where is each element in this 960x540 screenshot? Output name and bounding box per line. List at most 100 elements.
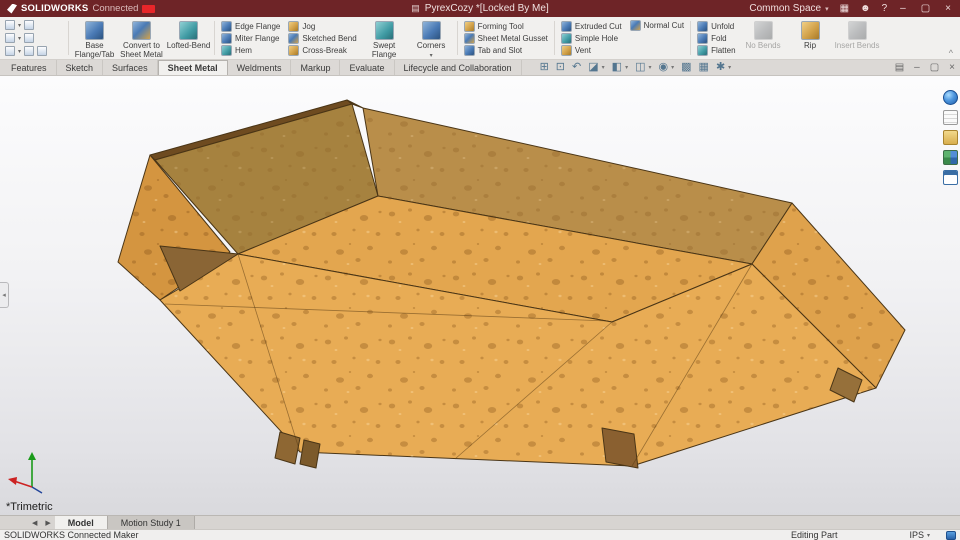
jog-button[interactable]: Jog xyxy=(288,20,356,32)
ribbon-collapse-chevron[interactable]: ^ xyxy=(949,48,953,58)
sheet-nav-left-icon[interactable]: ◀ xyxy=(28,516,41,529)
tab-motion-study[interactable]: Motion Study 1 xyxy=(107,516,195,529)
help-icon[interactable]: ? xyxy=(882,3,888,14)
miter-flange-button[interactable]: Miter Flange xyxy=(221,32,280,44)
chevron-down-icon: ▾ xyxy=(429,52,433,59)
unfold-icon xyxy=(697,20,709,32)
extruded-cut-button[interactable]: Extruded Cut xyxy=(560,20,622,32)
fold-icon xyxy=(697,32,709,44)
edit-appearance-icon[interactable]: ▩ xyxy=(681,62,691,73)
sketched-bend-button[interactable]: Sketched Bend xyxy=(288,32,357,44)
graphics-viewport[interactable]: ◂ *Trimetric xyxy=(0,76,960,515)
swept-flange-button[interactable]: Swept Flange xyxy=(361,18,408,59)
tab-features[interactable]: Features xyxy=(2,60,57,75)
chevron-down-icon[interactable]: ▾ xyxy=(602,64,605,71)
cross-break-label: Cross-Break xyxy=(302,45,347,55)
quick-access-toolbar: ▾ ▾ ▾ xyxy=(2,18,66,58)
window-cascade-icon[interactable]: ▤ xyxy=(895,62,904,73)
status-bar: SOLIDWORKS Connected Maker Editing Part … xyxy=(0,529,960,540)
flatten-button[interactable]: Flatten xyxy=(697,44,736,56)
normal-cut-button[interactable]: Normal Cut xyxy=(629,20,685,31)
save-icon[interactable] xyxy=(5,33,15,43)
tab-and-slot-button[interactable]: Tab and Slot xyxy=(463,44,548,56)
tab-surfaces[interactable]: Surfaces xyxy=(103,60,158,75)
print-icon[interactable] xyxy=(24,33,35,43)
hide-show-items-icon[interactable]: ◉ xyxy=(659,62,669,73)
task-pane-properties-icon[interactable] xyxy=(943,170,958,185)
section-view-icon[interactable]: ◪ xyxy=(588,62,598,73)
lofted-bend-button[interactable]: Lofted-Bend xyxy=(165,18,212,58)
task-pane-documents-icon[interactable] xyxy=(943,110,958,125)
sheet-metal-model[interactable] xyxy=(0,76,960,515)
window-close-icon[interactable]: × xyxy=(949,62,955,73)
apply-scene-icon[interactable]: ▦ xyxy=(699,62,709,73)
options-icon[interactable] xyxy=(37,46,48,56)
open-document-icon[interactable] xyxy=(24,20,35,30)
status-tab-icon[interactable] xyxy=(946,530,956,540)
simple-hole-button[interactable]: Simple Hole xyxy=(560,32,622,44)
chevron-down-icon[interactable]: ▾ xyxy=(671,64,674,71)
edge-flange-button[interactable]: Edge Flange xyxy=(221,20,280,32)
window-restore-icon[interactable]: ▢ xyxy=(930,62,939,73)
zoom-fit-icon[interactable]: ⊞ xyxy=(540,62,549,73)
ribbon-separator xyxy=(68,21,69,55)
tab-lifecycle-collaboration[interactable]: Lifecycle and Collaboration xyxy=(395,60,522,75)
new-document-icon[interactable] xyxy=(5,20,15,30)
tab-evaluate[interactable]: Evaluate xyxy=(340,60,395,75)
tab-model[interactable]: Model xyxy=(54,516,108,529)
window-minimize-icon[interactable]: – xyxy=(914,62,920,73)
simple-hole-icon xyxy=(560,32,572,44)
swept-flange-icon xyxy=(374,21,394,40)
view-orientation-icon[interactable]: ◧ xyxy=(612,62,622,73)
corners-button[interactable]: Corners ▾ xyxy=(408,18,455,59)
hem-button[interactable]: Hem xyxy=(221,44,280,56)
sheet-nav-right-icon[interactable]: ▶ xyxy=(41,516,54,529)
task-pane-library-icon[interactable] xyxy=(943,130,958,145)
base-flange-label: Base Flange/Tab xyxy=(74,41,115,59)
chevron-down-icon[interactable]: ▾ xyxy=(18,22,21,29)
chevron-down-icon[interactable]: ▾ xyxy=(18,48,21,55)
redo-icon[interactable] xyxy=(24,46,35,56)
model-tab[interactable] xyxy=(601,427,639,469)
sheet-metal-gusset-button[interactable]: Sheet Metal Gusset xyxy=(463,32,548,44)
rip-button[interactable]: Rip xyxy=(787,18,834,58)
view-settings-icon[interactable]: ✱ xyxy=(716,62,725,73)
maximize-button[interactable]: ▢ xyxy=(919,3,932,14)
normal-cut-label: Normal Cut xyxy=(643,21,685,30)
task-pane-3dx-icon[interactable] xyxy=(943,90,958,105)
fold-button[interactable]: Fold xyxy=(697,32,735,44)
zoom-area-icon[interactable]: ⊡ xyxy=(556,62,565,73)
tab-sheet-metal[interactable]: Sheet Metal xyxy=(157,60,228,75)
brand-badge xyxy=(142,4,156,13)
workspace-selector[interactable]: Common Space ▾ xyxy=(749,3,828,14)
chevron-down-icon[interactable]: ▾ xyxy=(728,64,731,71)
base-flange-button[interactable]: Base Flange/Tab xyxy=(71,18,118,59)
close-button[interactable]: × xyxy=(943,3,953,14)
display-style-icon[interactable]: ◫ xyxy=(635,62,645,73)
model-tab[interactable] xyxy=(274,431,301,465)
forming-tool-label: Forming Tool xyxy=(477,21,524,31)
ribbon-sheet-metal: ▾ ▾ ▾ Base Flange/Tab Convert to Sheet M… xyxy=(0,17,960,60)
chevron-down-icon[interactable]: ▾ xyxy=(18,35,21,42)
unfold-button[interactable]: Unfold xyxy=(697,20,735,32)
units-selector[interactable]: IPS ▾ xyxy=(909,530,930,540)
tab-weldments[interactable]: Weldments xyxy=(228,60,292,75)
cross-break-button[interactable]: Cross-Break xyxy=(288,44,356,56)
minimize-button[interactable]: – xyxy=(898,3,908,14)
previous-view-icon[interactable]: ↶ xyxy=(572,62,581,73)
forming-tool-button[interactable]: Forming Tool xyxy=(463,20,548,32)
convert-to-sheet-metal-button[interactable]: Convert to Sheet Metal xyxy=(118,18,165,59)
apps-grid-icon[interactable]: ▦ xyxy=(840,3,849,14)
model-tab[interactable] xyxy=(299,439,321,469)
tab-sketch[interactable]: Sketch xyxy=(57,60,104,75)
vent-button[interactable]: Vent xyxy=(560,44,622,56)
no-bends-label: No Bends xyxy=(745,41,781,50)
chevron-down-icon[interactable]: ▾ xyxy=(625,64,628,71)
miter-flange-label: Miter Flange xyxy=(235,33,280,43)
chevron-down-icon[interactable]: ▾ xyxy=(648,64,651,71)
undo-icon[interactable] xyxy=(5,46,15,56)
feature-tree-collapse-arrow[interactable]: ◂ xyxy=(0,282,9,308)
user-avatar-icon[interactable]: ☻ xyxy=(860,3,871,14)
tab-markup[interactable]: Markup xyxy=(291,60,341,75)
task-pane-palette-icon[interactable] xyxy=(943,150,958,165)
